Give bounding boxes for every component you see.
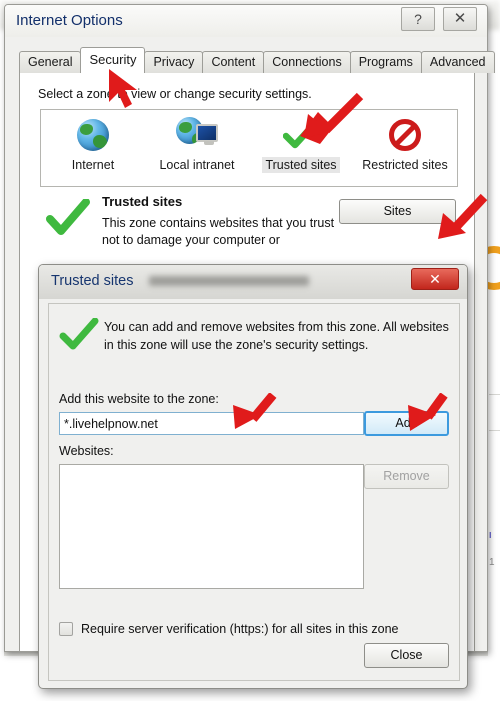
selected-zone-title: Trusted sites [102, 194, 183, 209]
background-number-fragment: 1 [489, 558, 495, 567]
require-https-row[interactable]: Require server verification (https:) for… [59, 622, 399, 636]
zone-label-local-intranet: Local intranet [159, 158, 235, 172]
tab-privacy[interactable]: Privacy [144, 51, 204, 73]
dialog-green-check-icon [59, 317, 99, 355]
dialog-info-text: You can add and remove websites from thi… [104, 320, 449, 352]
green-check-icon [249, 115, 353, 155]
zone-selector-box: Internet Local intranet Trusted sites Re… [40, 109, 458, 187]
tab-programs[interactable]: Programs [349, 51, 422, 73]
add-button[interactable]: Add [364, 411, 449, 436]
require-https-label: Require server verification (https:) for… [81, 622, 399, 636]
selected-zone-green-check-icon [46, 198, 90, 240]
globe-monitor-icon [145, 115, 249, 155]
trusted-sites-dialog-title: Trusted sites [51, 273, 134, 289]
tab-connections[interactable]: Connections [263, 51, 351, 73]
close-window-button[interactable]: ✕ [443, 7, 477, 31]
zone-label-internet: Internet [71, 158, 115, 172]
trusted-sites-dialog-body: You can add and remove websites from thi… [48, 303, 460, 681]
background-link-fragment[interactable]: i [489, 531, 498, 540]
selected-zone-description: This zone contains websites that you tru… [102, 216, 335, 247]
background-divider-2 [489, 430, 500, 431]
tab-advanced[interactable]: Advanced [420, 51, 495, 73]
require-https-checkbox[interactable] [59, 622, 73, 636]
zone-item-internet[interactable]: Internet [41, 113, 145, 173]
window-title: Internet Options [16, 12, 123, 29]
close-icon[interactable]: ✕ [411, 268, 459, 290]
zone-prompt-label: Select a zone to view or change security… [38, 87, 312, 101]
tab-security[interactable]: Security [80, 47, 146, 73]
zone-label-restricted-sites: Restricted sites [362, 158, 448, 172]
help-button[interactable]: ? [401, 7, 435, 31]
zone-label-trusted-sites: Trusted sites [262, 157, 340, 173]
background-divider-1 [489, 394, 500, 395]
tab-general[interactable]: General [19, 51, 82, 73]
add-website-label: Add this website to the zone: [59, 392, 219, 406]
remove-button[interactable]: Remove [364, 464, 449, 489]
trusted-sites-dialog: Trusted sites ✕ You can add and remove w… [38, 264, 468, 689]
globe-icon [41, 115, 145, 155]
no-entry-icon [353, 115, 457, 155]
sites-button[interactable]: Sites [339, 199, 456, 224]
internet-options-titlebar[interactable]: Internet Options ? ✕ [5, 5, 487, 37]
tab-strip: General Security Privacy Content Connect… [19, 47, 495, 73]
tab-content[interactable]: Content [202, 51, 265, 73]
background-ghost-text [149, 276, 309, 286]
trusted-sites-titlebar[interactable]: Trusted sites ✕ [39, 265, 467, 299]
websites-listbox[interactable] [59, 464, 364, 589]
website-input[interactable] [59, 412, 364, 435]
zone-item-restricted-sites[interactable]: Restricted sites [353, 113, 457, 173]
websites-label: Websites: [59, 444, 114, 458]
dialog-close-button[interactable]: Close [364, 643, 449, 668]
zone-item-local-intranet[interactable]: Local intranet [145, 113, 249, 173]
zone-item-trusted-sites[interactable]: Trusted sites [249, 113, 353, 173]
